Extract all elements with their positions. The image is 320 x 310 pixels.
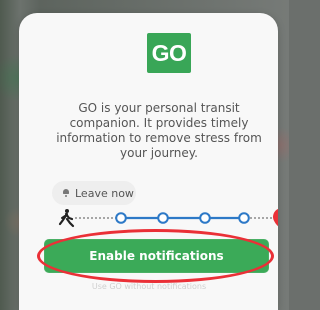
map-pin-icon xyxy=(273,208,278,227)
journey-progress-illustration xyxy=(54,206,278,231)
route-stop-2 xyxy=(157,212,169,224)
intro-description: GO is your personal transit companion. I… xyxy=(56,101,262,160)
route-stop-1 xyxy=(115,212,127,224)
walking-person-icon xyxy=(58,209,75,228)
go-logo: GO xyxy=(147,33,191,73)
go-logo-text: GO xyxy=(151,39,187,66)
journey-line-svg xyxy=(58,208,278,228)
leave-now-label: Leave now xyxy=(75,186,134,200)
use-without-notifications-link[interactable]: Use GO without notifications xyxy=(79,282,219,292)
bell-icon xyxy=(62,189,70,197)
enable-notifications-button[interactable]: Enable notifications xyxy=(44,239,269,273)
route-stop-4 xyxy=(238,212,250,224)
leave-now-chip: Leave now xyxy=(52,181,136,205)
route-stop-3 xyxy=(199,212,211,224)
bottom-content-fade xyxy=(19,290,278,310)
